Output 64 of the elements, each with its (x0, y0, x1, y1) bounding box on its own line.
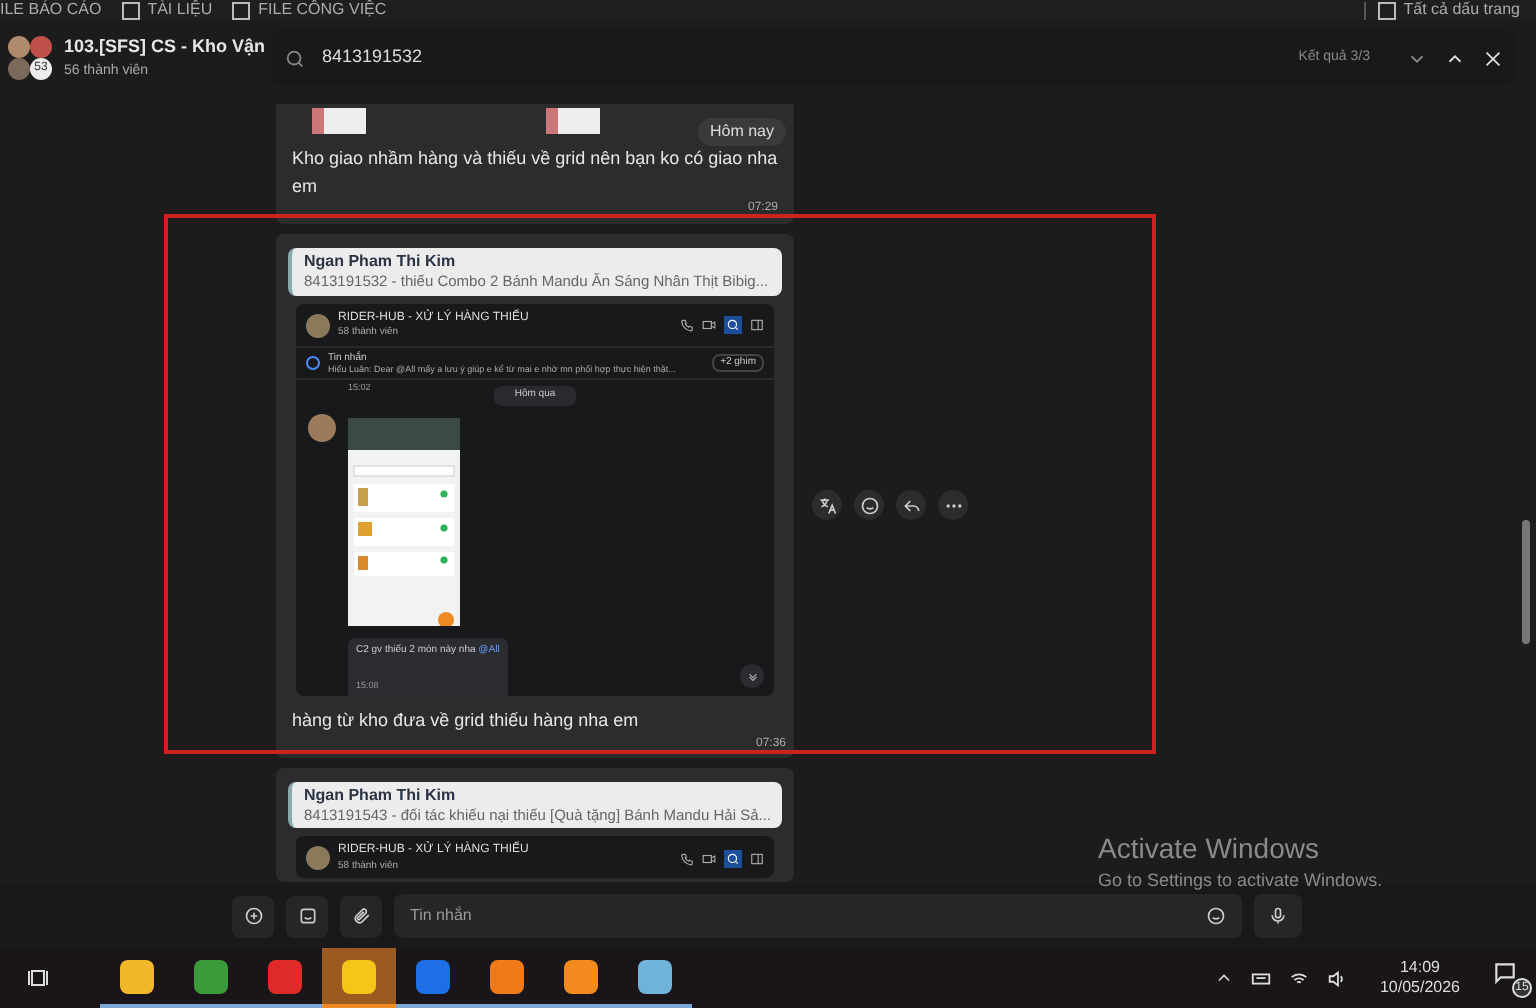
microphone-icon (1268, 906, 1288, 926)
image-thumbnail (312, 108, 366, 135)
app-icon (564, 959, 598, 993)
message-action-button[interactable] (938, 490, 968, 521)
smile-icon (1206, 906, 1226, 926)
group-avatar (8, 36, 30, 58)
speaker-icon (1325, 967, 1348, 989)
group-avatar (30, 36, 52, 58)
plus-circle-icon (243, 906, 263, 926)
quote-author: Ngan Pham Thi Kim (304, 252, 458, 273)
group-avatar (8, 58, 30, 80)
activation-text: Go to Settings to activate Windows. (1098, 867, 1383, 894)
message-action-button[interactable] (896, 490, 926, 521)
panel-icon (750, 318, 764, 333)
activation-title: Activate Windows (1098, 832, 1321, 867)
pin-icon (306, 355, 320, 370)
message-input[interactable]: Tin nhắn (394, 894, 1242, 938)
group-name: 103.[SFS] CS - Kho Vận (64, 34, 260, 60)
group-avatar (306, 846, 330, 871)
bookmark-label[interactable]: Tất cả dấu trang (1403, 2, 1520, 18)
quote-author: Ngan Pham Thi Kim (304, 785, 458, 806)
message-action-button[interactable] (854, 490, 884, 521)
voice-button[interactable] (1254, 894, 1302, 938)
image-thumbnail (546, 108, 600, 135)
smile-icon (859, 495, 879, 516)
attach-button[interactable] (340, 895, 382, 937)
close-icon (1482, 47, 1504, 69)
video-icon (702, 318, 716, 333)
reply-icon (901, 495, 921, 516)
add-button[interactable] (232, 895, 274, 937)
bookmark-label[interactable]: FILE CÔNG VIỆC (258, 2, 387, 18)
phone-icon (680, 851, 694, 866)
video-icon (702, 851, 716, 866)
app-icon (342, 959, 376, 993)
notification-icon (1492, 960, 1518, 986)
search-icon (284, 47, 306, 69)
bookmark-label[interactable]: TÀI LIỆU (147, 2, 213, 18)
sticker-button[interactable] (286, 895, 328, 937)
app-icon (194, 959, 228, 993)
app-icon (416, 959, 450, 993)
search-field[interactable]: 8413191532 (322, 44, 1283, 72)
sticker-icon (297, 906, 317, 926)
paperclip-icon (351, 906, 371, 926)
phone-icon (680, 318, 694, 333)
clock-time: 14:09 (1399, 958, 1440, 978)
app-icon (120, 959, 154, 993)
app-icon (638, 959, 672, 993)
message-action-button[interactable] (812, 490, 842, 521)
message-text: Kho giao nhầm hàng và thiếu về grid nên bạn ko có giao nha em (292, 146, 778, 201)
message-field[interactable]: Tin nhắn (410, 904, 1206, 928)
app-icon (268, 959, 302, 993)
translate-icon (817, 495, 837, 516)
clock-date: 10/05/2026 (1379, 978, 1460, 998)
scrollbar-thumb[interactable] (1522, 520, 1530, 644)
group-avatar (306, 313, 330, 338)
task-view-icon (26, 966, 50, 990)
avatar (308, 413, 336, 442)
date-badge: Hôm nay (697, 118, 786, 147)
close-search-button[interactable] (1482, 47, 1504, 69)
bookmark-label[interactable]: ILE BÁO CÁO (0, 2, 102, 18)
app-icon (490, 959, 524, 993)
panel-icon (750, 851, 764, 866)
chevrons-down-icon (745, 669, 759, 684)
message-text: hàng từ kho đưa về grid thiếu hàng nha em (290, 708, 641, 735)
